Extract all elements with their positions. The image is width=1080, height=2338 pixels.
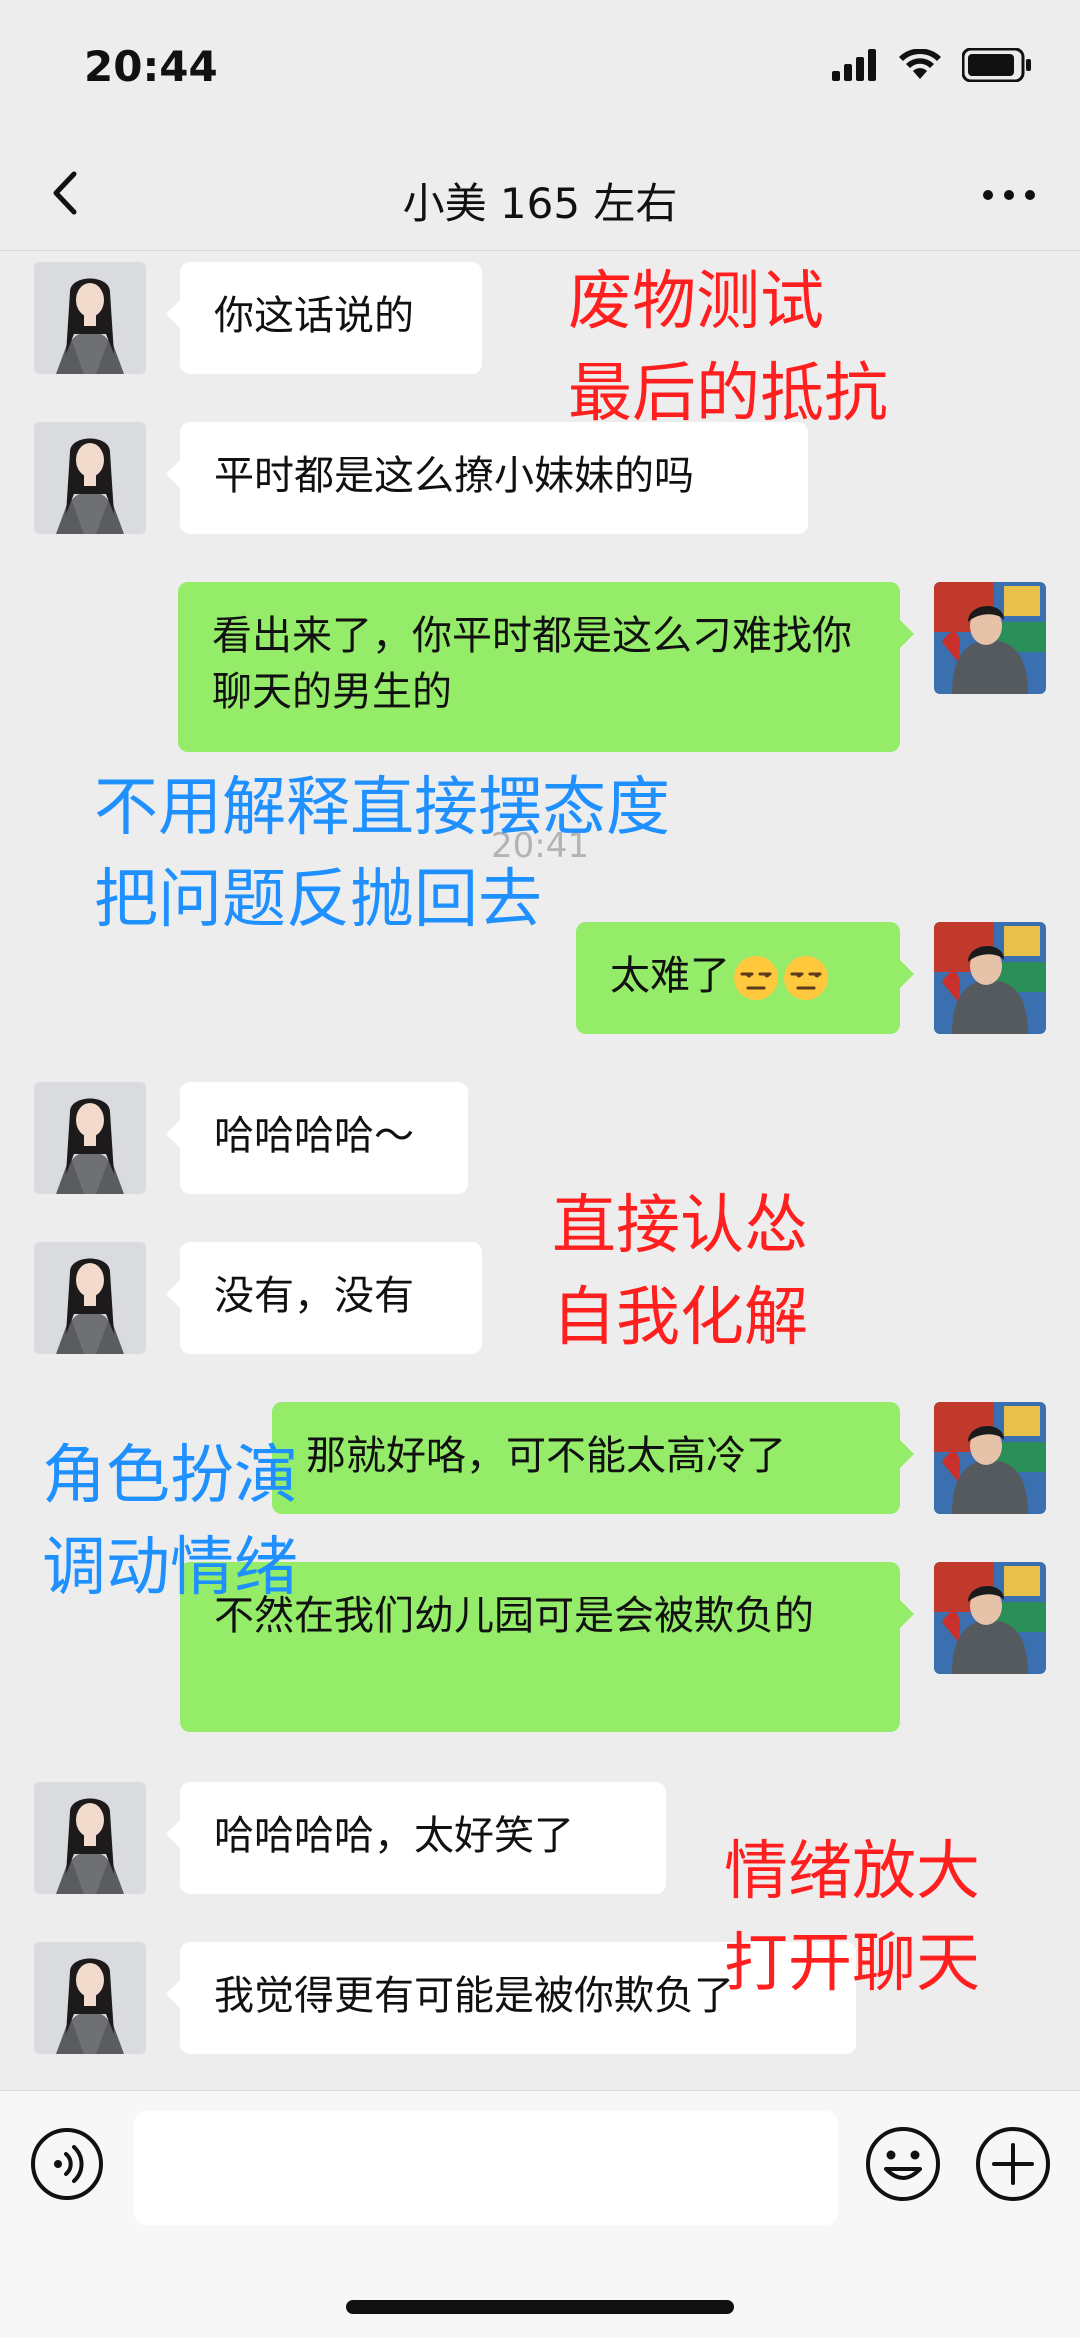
- my-avatar[interactable]: [934, 582, 1046, 694]
- message-bubble-incoming[interactable]: 哈哈哈哈～: [166, 1082, 468, 1194]
- message-input[interactable]: [134, 2111, 838, 2225]
- chat-title: 小美 165 左右: [402, 179, 678, 228]
- contact-avatar[interactable]: [34, 262, 146, 374]
- contact-avatar[interactable]: [34, 422, 146, 534]
- message-bubble-incoming[interactable]: 没有，没有: [166, 1242, 482, 1354]
- annotation-note: 直接认怂 自我化解: [552, 1189, 808, 1355]
- annotation-note: 不用解释直接摆态度 把问题反抛回去: [94, 771, 670, 937]
- annotation-note: 角色扮演 调动情绪: [42, 1439, 298, 1605]
- home-indicator[interactable]: [346, 2300, 734, 2314]
- signal-icon: [832, 49, 876, 81]
- emoji-icon[interactable]: [864, 2125, 942, 2203]
- my-avatar[interactable]: [934, 1402, 1046, 1514]
- annotation-note: 废物测试 最后的抵抗: [568, 265, 888, 431]
- chat-header: 小美 165 左右: [0, 140, 1080, 251]
- message-bubble-outgoing[interactable]: 那就好咯，可不能太高冷了: [272, 1402, 914, 1514]
- status-icons: [832, 48, 1032, 82]
- contact-avatar[interactable]: [34, 1082, 146, 1194]
- contact-avatar[interactable]: [34, 1782, 146, 1894]
- unamused-emoji-icon: [730, 953, 830, 1000]
- status-time: 20:44: [84, 42, 218, 91]
- message-bubble-incoming[interactable]: 你这话说的: [166, 262, 482, 374]
- annotation-note: 情绪放大 打开聊天: [724, 1835, 980, 2001]
- message-text: 太难了: [610, 953, 730, 999]
- contact-avatar[interactable]: [34, 1242, 146, 1354]
- voice-icon[interactable]: [30, 2127, 104, 2201]
- message-bubble-incoming[interactable]: 哈哈哈哈，太好笑了: [166, 1782, 666, 1894]
- message-bubble-outgoing[interactable]: 看出来了，你平时都是这么刁难找你聊天的男生的: [178, 582, 914, 752]
- battery-icon: [962, 48, 1031, 82]
- my-avatar[interactable]: [934, 922, 1046, 1034]
- status-bar: 20:44: [0, 0, 1080, 140]
- more-icon[interactable]: [978, 168, 1040, 222]
- contact-avatar[interactable]: [34, 1942, 146, 2054]
- wifi-icon: [899, 49, 941, 79]
- plus-icon[interactable]: [974, 2125, 1052, 2203]
- my-avatar[interactable]: [934, 1562, 1046, 1674]
